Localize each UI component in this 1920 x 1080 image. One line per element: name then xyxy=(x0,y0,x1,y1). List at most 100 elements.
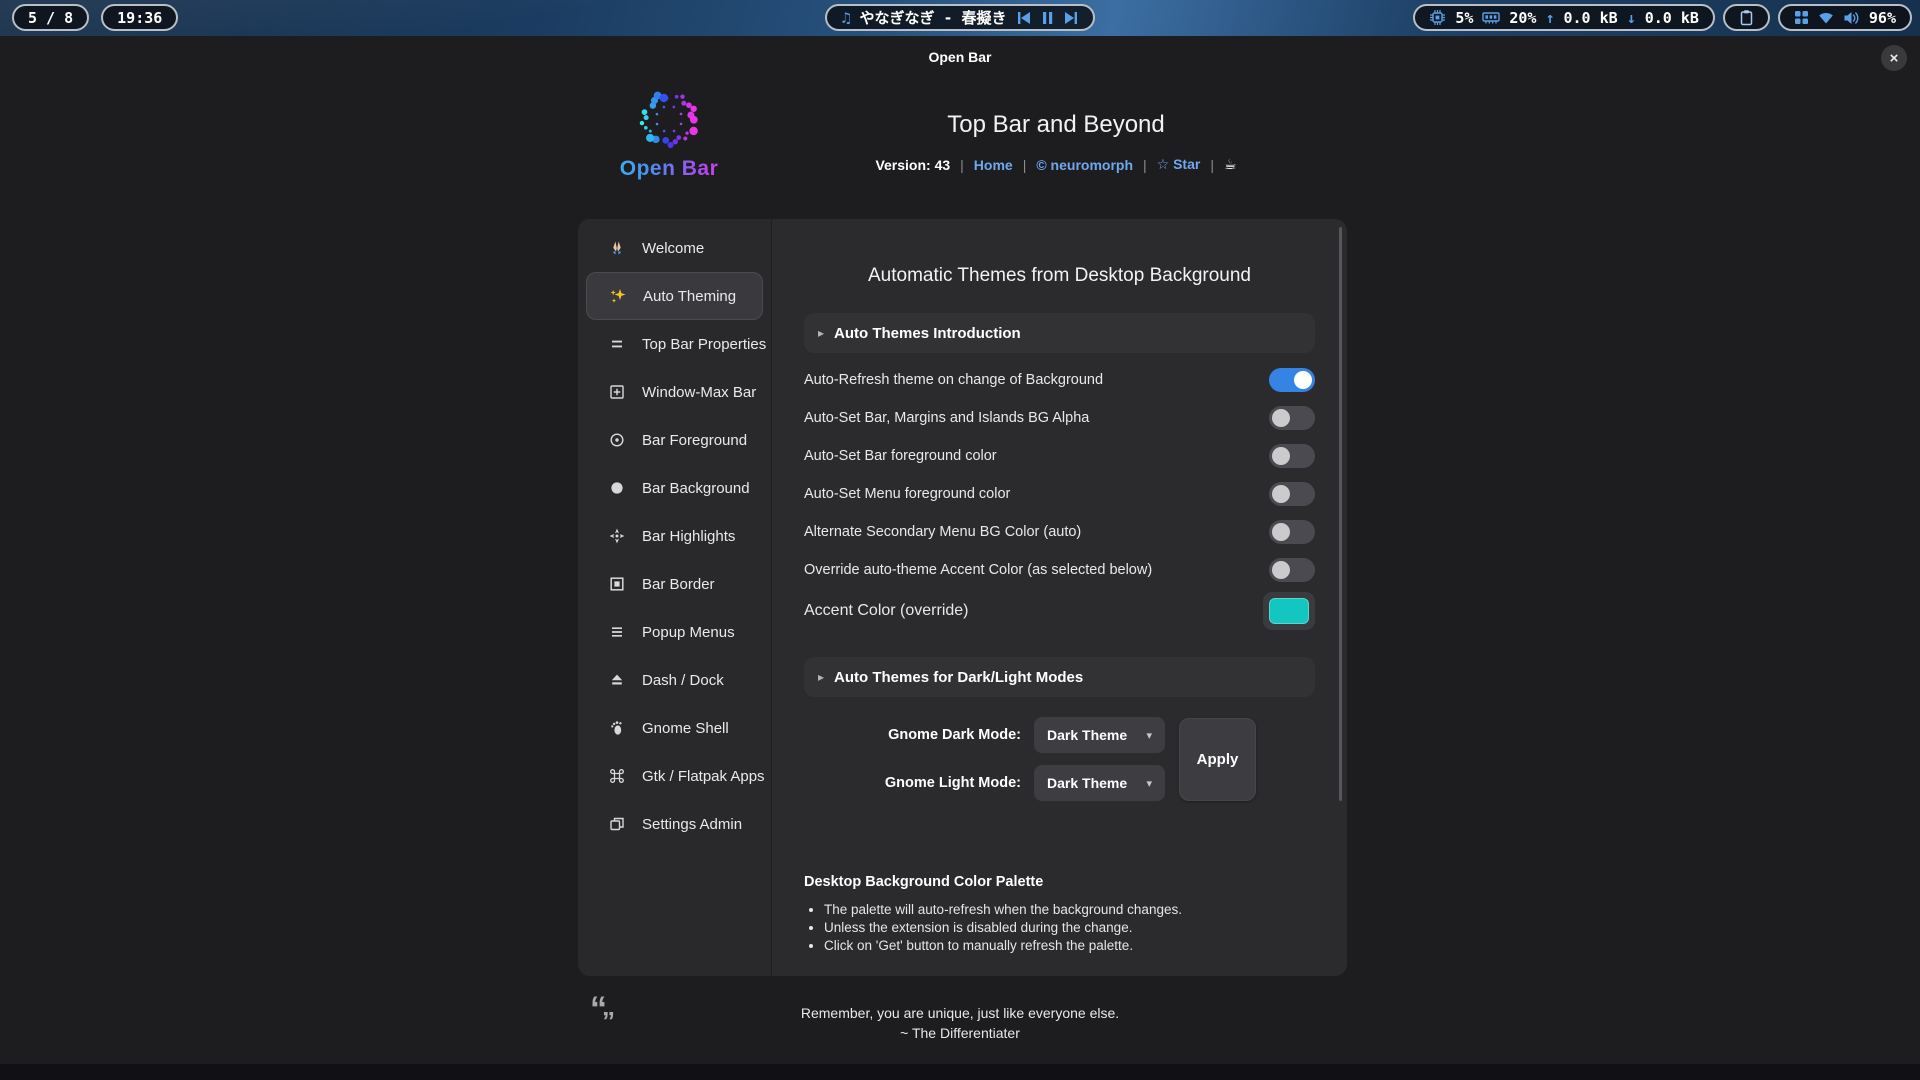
chevron-right-icon: ▸ xyxy=(818,326,824,340)
praying-hands-icon xyxy=(607,239,627,257)
open-bar-preferences-window: Open Bar × Open Bar Top Bar and Beyond V… xyxy=(0,37,1920,1080)
sidebar-item-popup-menus[interactable]: Popup Menus xyxy=(578,608,771,656)
setting-label: Accent Color (override) xyxy=(804,602,969,620)
scrollbar[interactable] xyxy=(1339,227,1342,801)
dropdown-value: Dark Theme xyxy=(1047,727,1127,743)
toggle-knob xyxy=(1272,523,1290,541)
setting-row: Auto-Set Menu foreground color xyxy=(804,475,1315,513)
previous-track-icon[interactable] xyxy=(1016,11,1032,25)
sidebar-item-settings-admin[interactable]: Settings Admin xyxy=(578,800,771,848)
hamburger-icon xyxy=(607,623,627,641)
pause-icon[interactable] xyxy=(1041,11,1054,25)
memory-icon xyxy=(1482,11,1500,25)
setting-row: Auto-Set Bar, Margins and Islands BG Alp… xyxy=(804,399,1315,437)
override-accent-toggle[interactable] xyxy=(1269,558,1315,582)
clipboard-icon xyxy=(1739,9,1754,26)
auto-set-bg-alpha-toggle[interactable] xyxy=(1269,406,1315,430)
sidebar-item-label: Bar Highlights xyxy=(642,528,735,545)
page-title: Top Bar and Beyond xyxy=(756,111,1356,139)
palette-note: Click on 'Get' button to manually refres… xyxy=(824,937,1315,955)
sidebar-item-top-bar-properties[interactable]: Top Bar Properties xyxy=(578,320,771,368)
light-mode-label: Gnome Light Mode: xyxy=(871,775,1021,791)
upload-value: 0.0 kB xyxy=(1564,9,1618,27)
apply-button[interactable]: Apply xyxy=(1179,718,1256,801)
author-link[interactable]: © neuromorph xyxy=(1036,157,1133,173)
bottom-strip xyxy=(0,1064,1920,1080)
download-value: 0.0 kB xyxy=(1645,9,1699,27)
setting-label: Auto-Refresh theme on change of Backgrou… xyxy=(804,372,1103,388)
chevron-down-icon: ▾ xyxy=(1146,729,1152,742)
close-button[interactable]: × xyxy=(1881,45,1907,71)
setting-label: Override auto-theme Accent Color (as sel… xyxy=(804,562,1152,578)
cross-pattee-icon xyxy=(607,527,627,545)
sidebar-item-welcome[interactable]: Welcome xyxy=(578,224,771,272)
accent-color-swatch xyxy=(1269,598,1309,624)
quote-text: Remember, you are unique, just like ever… xyxy=(0,1005,1920,1021)
system-stats-widget[interactable]: 5% 20% ↑ 0.0 kB ↓ 0.0 kB xyxy=(1413,4,1715,31)
separator: | xyxy=(1023,157,1027,173)
square-in-square-icon xyxy=(607,575,627,593)
clock[interactable]: 19:36 xyxy=(101,4,178,31)
media-player-widget[interactable]: ♫ やなぎなぎ - 春擬き xyxy=(825,4,1094,31)
star-link[interactable]: ☆ Star xyxy=(1157,156,1201,173)
next-track-icon[interactable] xyxy=(1063,11,1079,25)
dark-theme-dropdown[interactable]: Dark Theme ▾ xyxy=(1034,717,1165,753)
setting-row: Auto-Refresh theme on change of Backgrou… xyxy=(804,361,1315,399)
system-tray[interactable]: 96% xyxy=(1778,4,1912,31)
setting-label: Auto-Set Menu foreground color xyxy=(804,486,1010,502)
sidebar-item-label: Bar Border xyxy=(642,576,715,593)
light-theme-dropdown[interactable]: Dark Theme ▾ xyxy=(1034,765,1165,801)
setting-row: Alternate Secondary Menu BG Color (auto) xyxy=(804,513,1315,551)
dark-light-modes-expander[interactable]: ▸ Auto Themes for Dark/Light Modes xyxy=(804,657,1315,697)
accent-color-button[interactable] xyxy=(1263,592,1315,630)
auto-set-menu-fg-toggle[interactable] xyxy=(1269,482,1315,506)
app-grid-icon xyxy=(1794,10,1809,25)
workspace-indicator[interactable]: 5 / 8 xyxy=(12,4,89,31)
filled-circle-icon xyxy=(607,479,627,497)
auto-refresh-toggle[interactable] xyxy=(1269,368,1315,392)
sidebar-item-auto-theming[interactable]: Auto Theming xyxy=(586,272,763,320)
sidebar: Welcome Auto Theming Top Bar Properties xyxy=(578,219,772,976)
palette-note: The palette will auto-refresh when the b… xyxy=(824,901,1315,919)
equals-icon xyxy=(607,335,627,353)
wifi-icon xyxy=(1818,11,1834,24)
palette-heading: Desktop Background Color Palette xyxy=(804,874,1315,890)
cpu-icon xyxy=(1429,9,1446,26)
sidebar-item-label: Auto Theming xyxy=(643,288,736,305)
sidebar-item-bar-background[interactable]: Bar Background xyxy=(578,464,771,512)
upload-arrow-icon: ↑ xyxy=(1545,9,1554,27)
theme-mode-controls: Gnome Dark Mode: Dark Theme ▾ Gnome Ligh… xyxy=(871,717,1315,801)
music-note-icon: ♫ xyxy=(841,9,850,27)
version-label: Version: 43 xyxy=(875,157,950,173)
sidebar-item-label: Dash / Dock xyxy=(642,672,724,689)
toggle-knob xyxy=(1272,409,1290,427)
setting-label: Alternate Secondary Menu BG Color (auto) xyxy=(804,524,1081,540)
palette-note: Unless the extension is disabled during … xyxy=(824,919,1315,937)
setting-row: Auto-Set Bar foreground color xyxy=(804,437,1315,475)
quote-author: ~ The Differentiater xyxy=(0,1025,1920,1041)
top-bar: 5 / 8 19:36 ♫ やなぎなぎ - 春擬き xyxy=(0,0,1920,36)
palette-notes: The palette will auto-refresh when the b… xyxy=(824,901,1315,955)
sidebar-item-gtk-flatpak-apps[interactable]: Gtk / Flatpak Apps xyxy=(578,752,771,800)
close-icon: × xyxy=(1890,50,1899,67)
auto-set-bar-fg-toggle[interactable] xyxy=(1269,444,1315,468)
circle-dot-icon xyxy=(607,431,627,449)
home-link[interactable]: Home xyxy=(974,157,1013,173)
command-icon xyxy=(607,767,627,785)
light-mode-row: Gnome Light Mode: Dark Theme ▾ xyxy=(871,765,1165,801)
sidebar-item-bar-border[interactable]: Bar Border xyxy=(578,560,771,608)
sidebar-item-bar-highlights[interactable]: Bar Highlights xyxy=(578,512,771,560)
sidebar-item-window-max-bar[interactable]: Window-Max Bar xyxy=(578,368,771,416)
alt-secondary-menu-bg-toggle[interactable] xyxy=(1269,520,1315,544)
sidebar-item-label: Popup Menus xyxy=(642,624,735,641)
window-title: Open Bar xyxy=(0,49,1920,65)
auto-themes-introduction-expander[interactable]: ▸ Auto Themes Introduction xyxy=(804,313,1315,353)
coffee-icon[interactable]: ☕ xyxy=(1224,156,1237,173)
clipboard-indicator[interactable] xyxy=(1723,4,1770,31)
dark-mode-row: Gnome Dark Mode: Dark Theme ▾ xyxy=(871,717,1165,753)
sidebar-item-dash-dock[interactable]: Dash / Dock xyxy=(578,656,771,704)
window-header: Open Bar × xyxy=(0,37,1920,79)
dropdown-value: Dark Theme xyxy=(1047,775,1127,791)
sidebar-item-gnome-shell[interactable]: Gnome Shell xyxy=(578,704,771,752)
sidebar-item-bar-foreground[interactable]: Bar Foreground xyxy=(578,416,771,464)
